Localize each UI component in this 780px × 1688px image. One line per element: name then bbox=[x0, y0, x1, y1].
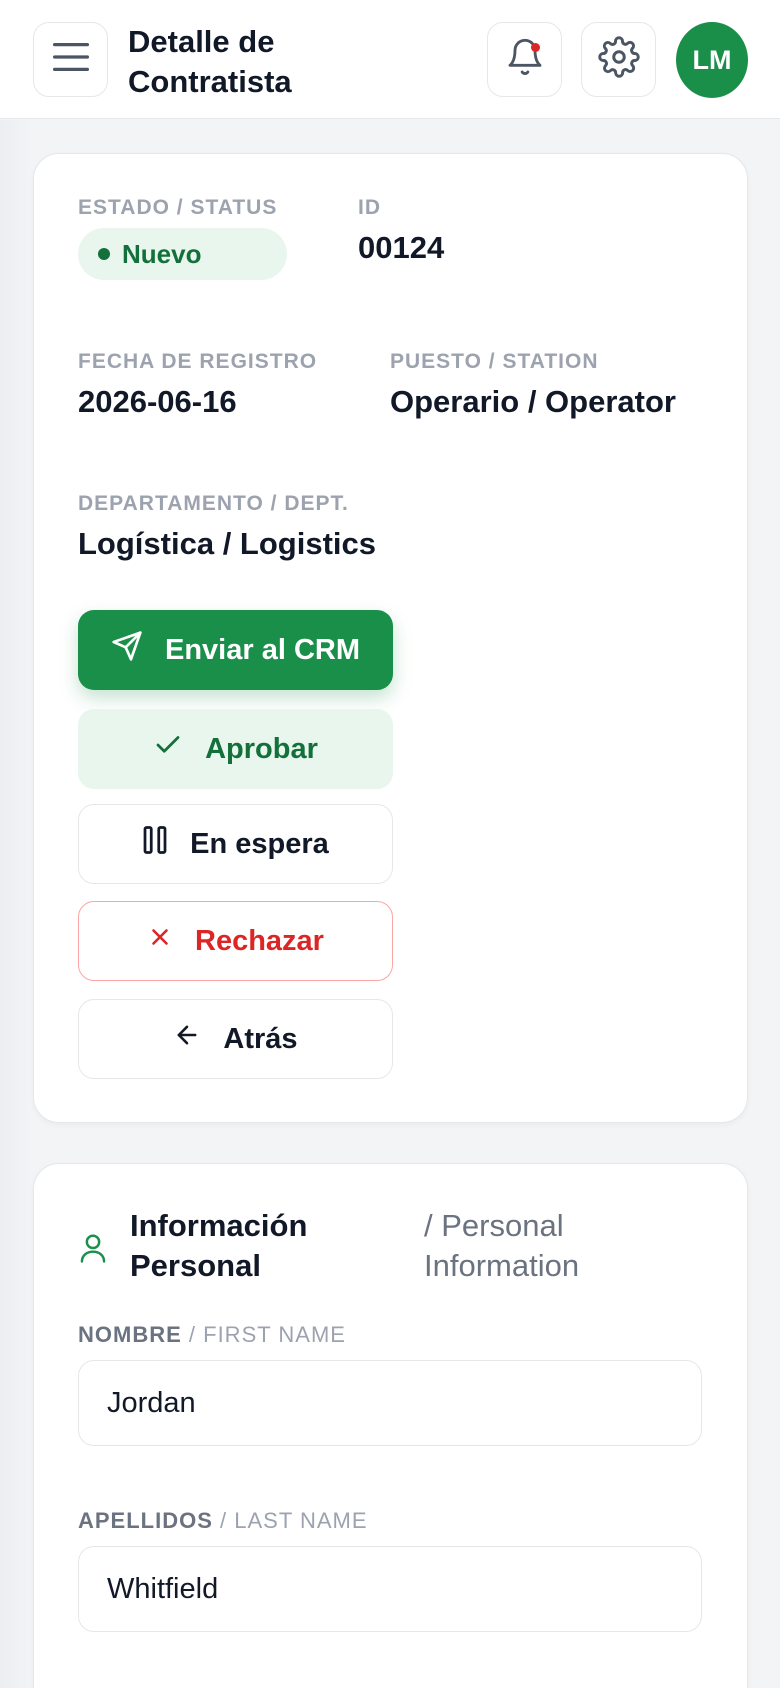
department-value: Logística / Logistics bbox=[78, 526, 376, 561]
send-crm-label: Enviar al CRM bbox=[165, 633, 360, 666]
on-hold-label: En espera bbox=[190, 827, 329, 860]
page-title: Detalle de Contratista bbox=[128, 24, 292, 99]
first-name-label-en: / FIRST NAME bbox=[188, 1322, 346, 1347]
section-subtitle: / Personal Information bbox=[424, 1208, 580, 1283]
back-button[interactable]: Atrás bbox=[78, 999, 393, 1079]
personal-info-card: Información Personal / Personal Informat… bbox=[33, 1163, 748, 1688]
reject-label: Rechazar bbox=[195, 924, 324, 957]
last-name-label-en: / LAST NAME bbox=[220, 1508, 368, 1533]
department-label: DEPARTAMENTO / DEPT. bbox=[78, 492, 349, 515]
check-icon bbox=[153, 730, 205, 768]
menu-button[interactable] bbox=[33, 22, 108, 97]
send-crm-button[interactable]: Enviar al CRM bbox=[78, 610, 393, 690]
registration-date-value: 2026-06-16 bbox=[78, 384, 237, 419]
last-name-field[interactable] bbox=[78, 1546, 702, 1632]
user-avatar[interactable]: LM bbox=[676, 22, 748, 98]
user-icon bbox=[78, 1232, 108, 1269]
id-value: 00124 bbox=[358, 230, 445, 265]
section-title: Información Personal bbox=[130, 1208, 308, 1283]
back-label: Atrás bbox=[223, 1022, 298, 1055]
first-name-label: NOMBRE / FIRST NAME bbox=[78, 1322, 346, 1348]
settings-button[interactable] bbox=[581, 22, 656, 97]
arrow-left-icon bbox=[173, 1021, 223, 1057]
approve-label: Aprobar bbox=[205, 732, 318, 765]
gear-icon bbox=[597, 36, 640, 83]
status-dot bbox=[98, 248, 110, 260]
menu-icon bbox=[52, 42, 90, 77]
on-hold-button[interactable]: En espera bbox=[78, 804, 393, 884]
notifications-button[interactable] bbox=[487, 22, 562, 97]
id-label: ID bbox=[358, 196, 381, 219]
page-gutter bbox=[0, 120, 34, 1688]
station-value: Operario / Operator bbox=[390, 384, 676, 419]
first-name-label-es: NOMBRE bbox=[78, 1322, 182, 1347]
registration-date-label: FECHA DE REGISTRO bbox=[78, 350, 318, 373]
send-icon bbox=[111, 630, 165, 670]
approve-button[interactable]: Aprobar bbox=[78, 709, 393, 789]
status-label: ESTADO / STATUS bbox=[78, 196, 278, 219]
app-header: Detalle de Contratista LM bbox=[0, 0, 780, 119]
bell-icon bbox=[505, 35, 545, 84]
status-value: Nuevo bbox=[122, 238, 202, 269]
notification-dot bbox=[531, 43, 540, 52]
last-name-label: APELLIDOS / LAST NAME bbox=[78, 1508, 368, 1534]
station-label: PUESTO / STATION bbox=[390, 350, 599, 373]
status-badge: Nuevo bbox=[78, 228, 287, 280]
close-icon bbox=[147, 924, 195, 958]
first-name-field[interactable] bbox=[78, 1360, 702, 1446]
reject-button[interactable]: Rechazar bbox=[78, 901, 393, 981]
pause-icon bbox=[142, 825, 190, 863]
contractor-summary-card: ESTADO / STATUS Nuevo ID 00124 FECHA DE … bbox=[33, 153, 748, 1123]
last-name-label-es: APELLIDOS bbox=[78, 1508, 213, 1533]
